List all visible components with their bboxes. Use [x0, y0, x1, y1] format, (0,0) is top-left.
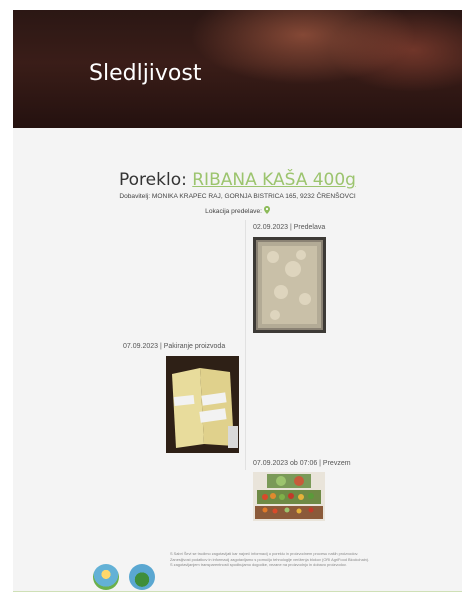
page: Sledljivost Poreklo: RIBANA KAŠA 400g Do… [13, 10, 462, 592]
footer-divider [13, 591, 462, 592]
timeline-event-label: 02.09.2023 | Predelava [253, 224, 326, 231]
partner-logo-icon [129, 564, 155, 590]
origin-prefix: Poreklo: [119, 170, 193, 190]
processing-location: Lokacija predelave: [13, 206, 462, 215]
supplier-text: Dobavitelj: MONIKA KRAPEC RAJ, GORNJA BI… [119, 193, 356, 200]
timeline-event-label: 07.09.2023 ob 07:06 | Prevzem [253, 460, 351, 467]
timeline-event-label: 07.09.2023 | Pakiranje proizvoda [123, 343, 226, 350]
footer-line: S zagotavljanjem transparentnosti spodbu… [170, 562, 347, 568]
timeline-line [245, 220, 246, 470]
location-label: Lokacija predelave: [205, 208, 262, 215]
footer-text: S Sabri Ševi se trudimo zagotavljati kar… [170, 551, 410, 568]
product-link[interactable]: RIBANA KAŠA 400g [192, 170, 356, 190]
origin-heading: Poreklo: RIBANA KAŠA 400g [13, 170, 462, 190]
hero-banner: Sledljivost [13, 10, 462, 128]
event-photo-processing[interactable] [253, 237, 326, 333]
brand-logo-icon [93, 564, 119, 590]
event-photo-pickup[interactable] [253, 472, 325, 521]
footer: S Sabri Ševi se trudimo zagotavljati kar… [13, 550, 462, 592]
event-photo-packaging[interactable] [166, 356, 239, 453]
page-title: Sledljivost [89, 61, 202, 86]
map-pin-icon[interactable] [263, 206, 270, 215]
